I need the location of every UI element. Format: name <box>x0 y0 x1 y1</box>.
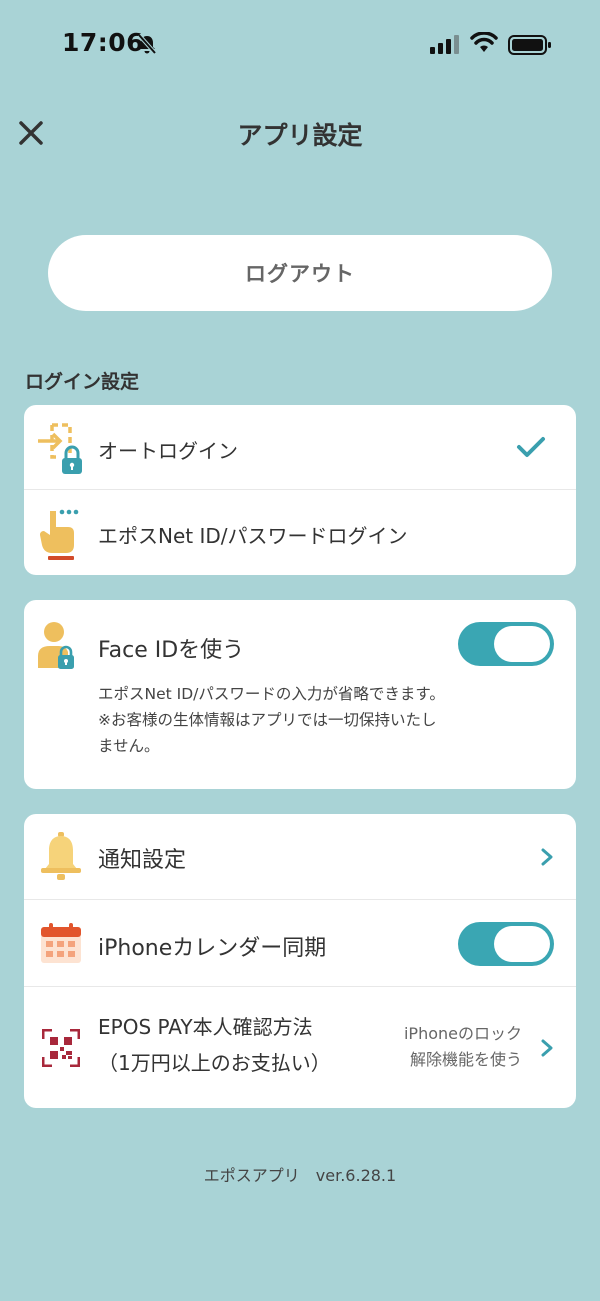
notification-settings-row[interactable]: 通知設定 <box>24 814 576 900</box>
battery-icon <box>508 35 551 55</box>
calendar-sync-row: iPhoneカレンダー同期 <box>24 900 576 987</box>
auto-login-option[interactable]: オートログイン <box>24 405 576 490</box>
toggle-knob <box>494 926 550 962</box>
calendar-icon <box>41 923 81 963</box>
app-settings-screen: 17:06 アプリ設定 ログアウト ログイン設定 オートログイン エポスNet … <box>0 0 600 1301</box>
qr-code-icon <box>42 1029 80 1067</box>
other-settings-card: 通知設定 iPhoneカレンダー同期 EPOS PAY本人確認方法 （1万円以上… <box>24 814 576 1108</box>
chevron-right-icon <box>541 1039 553 1057</box>
page-title: アプリ設定 <box>237 121 363 150</box>
face-id-description-line: ません。 <box>98 737 160 755</box>
face-id-toggle[interactable] <box>458 622 554 666</box>
status-time: 17:06 <box>62 28 145 57</box>
epos-pay-verification-value: iPhoneのロック 解除機能を使う <box>404 1021 522 1073</box>
cellular-signal-icon <box>430 35 459 54</box>
finger-tap-icon <box>40 509 79 560</box>
face-id-card: Face IDを使う エポスNet ID/パスワードの入力が省略できます。 ※お… <box>24 600 576 789</box>
person-lock-icon <box>38 622 74 669</box>
auto-login-label: オートログイン <box>98 439 238 463</box>
logout-button[interactable]: ログアウト <box>48 235 552 311</box>
toggle-knob <box>494 626 550 662</box>
bell-icon <box>41 832 81 880</box>
bell-off-icon <box>137 33 157 55</box>
login-settings-card: オートログイン エポスNet ID/パスワードログイン <box>24 405 576 575</box>
epos-pay-label-line: EPOS PAY本人確認方法 <box>98 1015 313 1039</box>
face-id-label: Face IDを使う <box>98 638 245 663</box>
checkmark-icon <box>517 437 545 457</box>
epos-pay-value-line: 解除機能を使う <box>409 1050 522 1069</box>
wifi-icon <box>470 32 498 52</box>
password-login-label: エポスNet ID/パスワードログイン <box>98 524 408 548</box>
app-version: エポスアプリ ver.6.28.1 <box>203 1166 397 1185</box>
face-id-description-line: ※お客様の生体情報はアプリでは一切保持いたし <box>98 711 437 729</box>
calendar-sync-toggle[interactable] <box>458 922 554 966</box>
password-login-option[interactable]: エポスNet ID/パスワードログイン <box>24 490 576 575</box>
epos-pay-verification-row[interactable]: EPOS PAY本人確認方法 （1万円以上のお支払い） iPhoneのロック 解… <box>24 987 576 1108</box>
face-id-description-line: エポスNet ID/パスワードの入力が省略できます。 <box>98 685 445 703</box>
login-lock-icon <box>38 423 82 474</box>
chevron-right-icon <box>541 848 553 866</box>
calendar-sync-label: iPhoneカレンダー同期 <box>98 936 327 961</box>
epos-pay-verification-label: EPOS PAY本人確認方法 （1万円以上のお支払い） <box>98 1009 331 1081</box>
epos-pay-label-line: （1万円以上のお支払い） <box>98 1051 331 1075</box>
login-settings-heading: ログイン設定 <box>25 371 140 393</box>
epos-pay-value-line: iPhoneのロック <box>403 1024 522 1043</box>
status-bar: 17:06 <box>0 0 600 90</box>
face-id-description: エポスNet ID/パスワードの入力が省略できます。 ※お客様の生体情報はアプリ… <box>98 681 518 759</box>
notification-settings-label: 通知設定 <box>98 848 187 873</box>
